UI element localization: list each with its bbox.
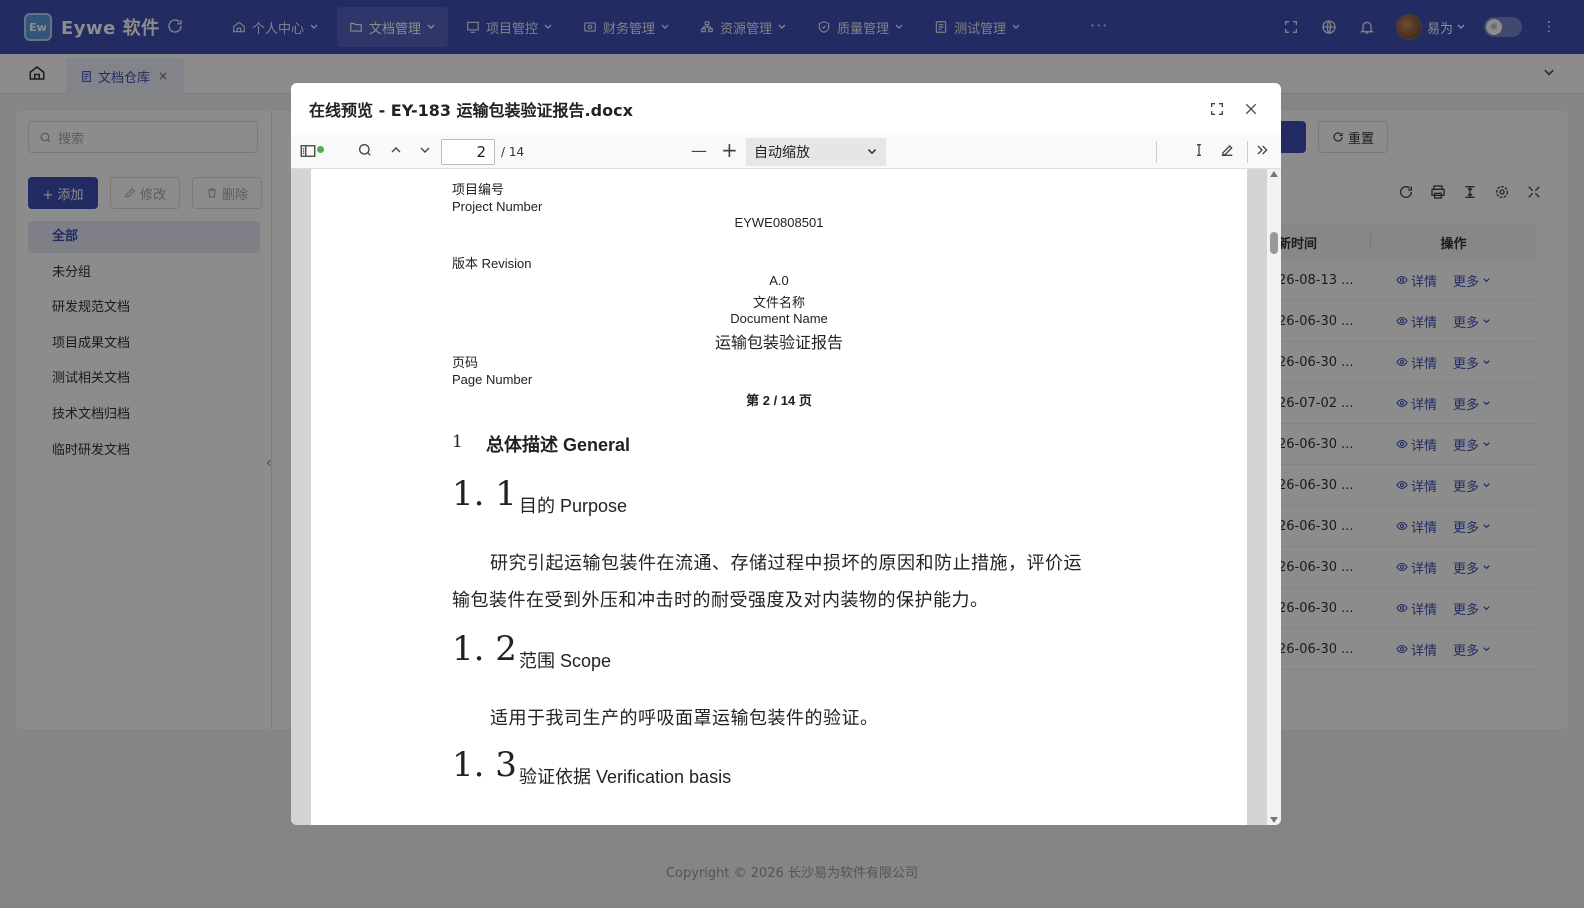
close-icon[interactable]	[1243, 101, 1259, 117]
section-1-1-paragraph-line-2: 输包装件在受到外压和冲击时的耐受强度及对内装物的保护能力。	[452, 590, 989, 610]
section-1-3-number: 1. 3	[452, 745, 517, 785]
document-name-label-cn: 文件名称	[752, 295, 805, 310]
more-tools-icon[interactable]	[1254, 142, 1270, 158]
maximize-icon[interactable]	[1209, 101, 1225, 117]
notification-dot	[317, 146, 324, 153]
scroll-up-arrow[interactable]	[1270, 171, 1278, 177]
pdf-toolbar: 2 / 14 — + 自动缩放	[291, 135, 1281, 169]
modal-title: 在线预览 - EY-183 运输包装验证报告.docx	[309, 101, 633, 120]
search-icon[interactable]	[357, 142, 373, 158]
zoom-in-button[interactable]: +	[721, 138, 738, 162]
scroll-down-arrow[interactable]	[1270, 817, 1278, 823]
sidebar-toggle-icon[interactable]	[299, 142, 324, 160]
page-number-label-cn: 页码	[452, 355, 479, 370]
zoom-out-button[interactable]: —	[691, 141, 707, 160]
page-number-input[interactable]: 2	[441, 139, 495, 165]
page-number-label-en: Page Number	[452, 372, 533, 387]
zoom-value: 自动缩放	[754, 145, 810, 161]
pdf-viewer[interactable]: 项目编号 Project Number EYWE0808501 版本 Revis…	[291, 169, 1281, 825]
section-1-3-title: 验证依据 Verification basis	[519, 767, 732, 787]
toolbar-divider	[1156, 141, 1157, 163]
section-1-1-paragraph-line-1: 研究引起运输包装件在流通、存储过程中损坏的原因和防止措施，评价运	[490, 553, 1082, 573]
section-1-2-paragraph: 适用于我司生产的呼吸面罩运输包装件的验证。	[490, 708, 879, 728]
page-indicator: 第 2 / 14 页	[746, 393, 812, 408]
zoom-select[interactable]: 自动缩放	[746, 138, 886, 166]
draw-icon[interactable]	[1219, 142, 1235, 158]
section-1-2-title: 范围 Scope	[519, 651, 612, 671]
revision-value: A.0	[769, 273, 789, 288]
document-page: 项目编号 Project Number EYWE0808501 版本 Revis…	[311, 169, 1247, 825]
project-number-label-cn: 项目编号	[452, 182, 505, 197]
project-number-value: EYWE0808501	[734, 215, 824, 230]
toolbar-divider	[1247, 141, 1248, 163]
modal-actions	[1191, 101, 1259, 117]
section-1-1-title: 目的 Purpose	[519, 496, 628, 516]
text-select-icon[interactable]	[1191, 142, 1207, 158]
scroll-thumb[interactable]	[1270, 232, 1278, 254]
preview-modal: 在线预览 - EY-183 运输包装验证报告.docx 2 / 14 — + 自…	[291, 83, 1281, 825]
section-1-number: 1	[452, 432, 463, 452]
next-page-icon[interactable]	[417, 142, 433, 158]
document-name-value: 运输包装验证报告	[714, 335, 843, 352]
chevron-down-icon	[867, 149, 877, 155]
document-name-label-en: Document Name	[730, 311, 828, 326]
section-1-2-number: 1. 2	[452, 629, 517, 669]
section-1-1-number: 1. 1	[452, 474, 517, 514]
scrollbar[interactable]	[1267, 169, 1281, 825]
section-1-title: 总体描述 General	[486, 435, 631, 455]
revision-label: 版本 Revision	[452, 256, 532, 271]
previous-page-icon[interactable]	[388, 142, 404, 158]
page-total: / 14	[501, 145, 525, 159]
project-number-label-en: Project Number	[452, 199, 543, 214]
modal-header: 在线预览 - EY-183 运输包装验证报告.docx	[291, 83, 1281, 135]
